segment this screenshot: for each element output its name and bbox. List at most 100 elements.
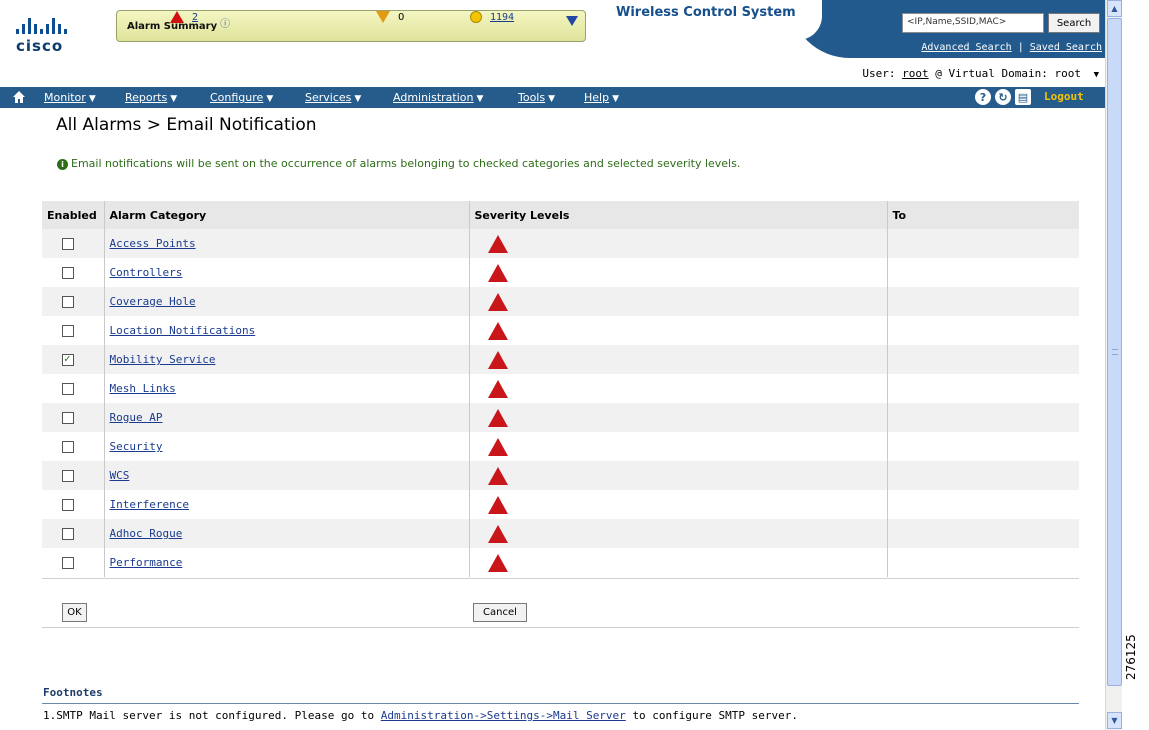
home-icon[interactable]: [12, 90, 26, 104]
alarm-category-table: Enabled Alarm Category Severity Levels T…: [42, 201, 1079, 577]
enabled-cell: [42, 519, 105, 548]
critical-severity-icon[interactable]: [487, 495, 508, 514]
alarm-category-link[interactable]: Controllers: [110, 266, 183, 279]
to-cell: [887, 403, 1079, 432]
to-cell: [887, 519, 1079, 548]
critical-severity-icon[interactable]: [487, 263, 508, 282]
alarm-category-link[interactable]: Performance: [110, 556, 183, 569]
alarm-category-link[interactable]: Mesh Links: [110, 382, 176, 395]
enabled-checkbox[interactable]: [62, 499, 74, 511]
help-icon[interactable]: ?: [975, 89, 991, 105]
search-button[interactable]: Search: [1048, 13, 1100, 33]
refresh-icon[interactable]: ↻: [995, 89, 1011, 105]
table-row: Coverage Hole: [42, 287, 1079, 316]
alarm-category-link[interactable]: Access Points: [110, 237, 196, 250]
alarm-category-cell: Rogue AP: [104, 403, 470, 432]
user-name-link[interactable]: root: [902, 67, 929, 80]
severity-cell: [469, 461, 888, 490]
to-cell: [887, 490, 1079, 519]
enabled-checkbox[interactable]: [62, 383, 74, 395]
table-row: WCS: [42, 461, 1079, 490]
to-cell: [887, 287, 1079, 316]
caret-down-icon: ▼: [266, 94, 274, 104]
enabled-checkbox[interactable]: [62, 557, 74, 569]
table-row: Mobility Service: [42, 345, 1079, 374]
enabled-checkbox[interactable]: [62, 238, 74, 250]
alarm-category-link[interactable]: Security: [110, 440, 163, 453]
print-icon[interactable]: ▤: [1015, 89, 1031, 105]
critical-severity-icon[interactable]: [487, 466, 508, 485]
nav-help[interactable]: Help ▼: [584, 91, 619, 104]
alarm-category-cell: Mesh Links: [104, 374, 470, 403]
nav-services[interactable]: Services ▼: [305, 91, 361, 104]
nav-reports[interactable]: Reports ▼: [125, 91, 177, 104]
nav-tools[interactable]: Tools ▼: [518, 91, 555, 104]
scroll-up-icon[interactable]: ▲: [1107, 0, 1122, 17]
caret-down-icon: ▼: [548, 94, 556, 104]
critical-severity-icon[interactable]: [487, 408, 508, 427]
alarm-category-link[interactable]: Mobility Service: [110, 353, 216, 366]
critical-alarm-count[interactable]: 2: [170, 11, 198, 23]
cisco-logo: cisco: [16, 18, 96, 68]
alarm-category-link[interactable]: Location Notifications: [110, 324, 256, 337]
enabled-cell: [42, 287, 105, 316]
chevron-down-icon[interactable]: [566, 16, 578, 26]
critical-severity-icon[interactable]: [487, 437, 508, 456]
alarm-category-link[interactable]: Adhoc Rogue: [110, 527, 183, 540]
critical-severity-icon[interactable]: [487, 234, 508, 253]
domain-dropdown-icon[interactable]: ▼: [1094, 70, 1099, 80]
enabled-checkbox[interactable]: [62, 528, 74, 540]
table-header-row: Enabled Alarm Category Severity Levels T…: [42, 201, 1079, 229]
critical-severity-icon[interactable]: [487, 524, 508, 543]
to-cell: [887, 374, 1079, 403]
critical-alarm-link[interactable]: 2: [192, 12, 198, 23]
critical-severity-icon[interactable]: [487, 350, 508, 369]
logout-link[interactable]: Logout: [1044, 90, 1084, 103]
severity-cell: [469, 345, 888, 374]
enabled-checkbox[interactable]: [62, 412, 74, 424]
to-cell: [887, 258, 1079, 287]
major-alarm-count[interactable]: 0: [376, 11, 404, 23]
to-cell: [887, 461, 1079, 490]
to-cell: [887, 316, 1079, 345]
nav-help-label: Help: [584, 91, 610, 104]
nav-monitor[interactable]: Monitor ▼: [44, 91, 96, 104]
page-title: All Alarms > Email Notification: [56, 115, 317, 135]
alarm-category-cell: Adhoc Rogue: [104, 519, 470, 548]
footnotes-divider: [42, 703, 1079, 704]
alarm-category-link[interactable]: Rogue AP: [110, 411, 163, 424]
cisco-wordmark: cisco: [16, 37, 64, 55]
enabled-checkbox[interactable]: [62, 267, 74, 279]
critical-severity-icon[interactable]: [487, 553, 508, 572]
vertical-scrollbar[interactable]: ▲ ▼: [1105, 0, 1122, 730]
alarm-category-link[interactable]: Interference: [110, 498, 189, 511]
enabled-checkbox[interactable]: [62, 441, 74, 453]
alarm-category-link[interactable]: Coverage Hole: [110, 295, 196, 308]
minor-alarm-link[interactable]: 1194: [490, 12, 514, 23]
enabled-checkbox[interactable]: [62, 470, 74, 482]
ok-button[interactable]: OK: [62, 603, 87, 622]
search-input[interactable]: <IP,Name,SSID,MAC>: [902, 13, 1044, 33]
saved-search-link[interactable]: Saved Search: [1030, 42, 1102, 53]
scroll-down-icon[interactable]: ▼: [1107, 712, 1122, 729]
nav-administration[interactable]: Administration ▼: [393, 91, 483, 104]
nav-configure[interactable]: Configure ▼: [210, 91, 273, 104]
alarm-category-cell: Performance: [104, 548, 470, 577]
enabled-checkbox[interactable]: [62, 352, 74, 366]
enabled-checkbox[interactable]: [62, 325, 74, 337]
alarm-category-cell: Controllers: [104, 258, 470, 287]
caret-down-icon: ▼: [476, 94, 484, 104]
alarm-category-cell: Mobility Service: [104, 345, 470, 374]
critical-severity-icon[interactable]: [487, 292, 508, 311]
enabled-checkbox[interactable]: [62, 296, 74, 308]
critical-severity-icon[interactable]: [487, 321, 508, 340]
minor-alarm-count[interactable]: 1194: [470, 11, 514, 23]
search-links: Advanced Search | Saved Search: [890, 42, 1102, 53]
cancel-button[interactable]: Cancel: [473, 603, 527, 622]
advanced-search-link[interactable]: Advanced Search: [921, 42, 1011, 53]
alarm-category-link[interactable]: WCS: [110, 469, 130, 482]
critical-severity-icon[interactable]: [487, 379, 508, 398]
user-info: User: root @ Virtual Domain: root ▼: [800, 67, 1099, 80]
mail-server-link[interactable]: Administration->Settings->Mail Server: [381, 709, 626, 722]
scrollbar-thumb[interactable]: [1107, 18, 1122, 686]
